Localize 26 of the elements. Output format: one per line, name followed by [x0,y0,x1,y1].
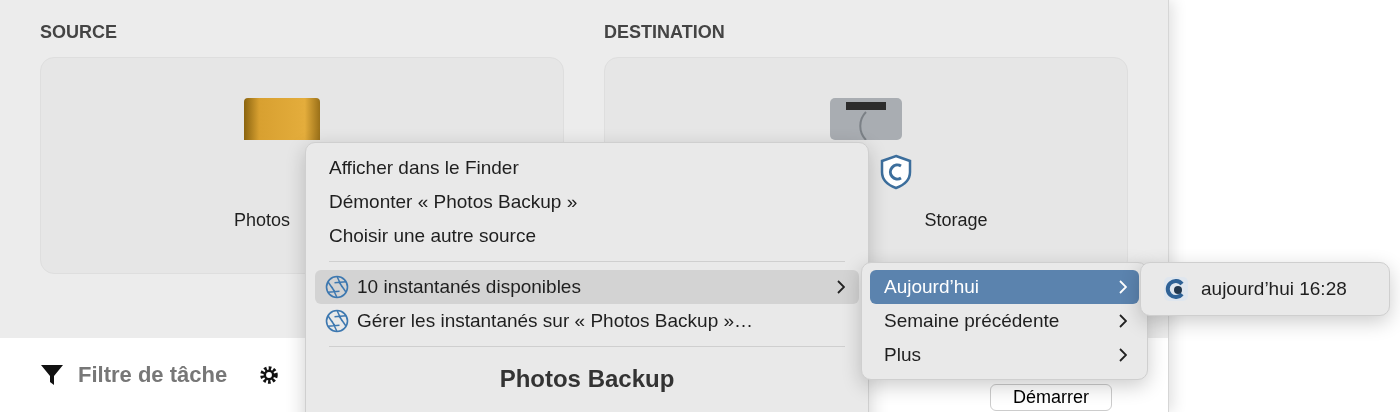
menu-item[interactable]: Gérer les instantanés sur « Photos Backup »… [315,304,859,338]
section-label: DESTINATION [604,22,725,43]
menu-item-label: Semaine précédente [884,310,1060,332]
section-label: SOURCE [40,22,117,43]
menu-item-label: Choisir une autre source [329,225,536,247]
menu-item[interactable]: Semaine précédente [870,304,1139,338]
menu-item-label: aujourd’hui 16:28 [1201,278,1347,300]
menu-item-label: Plus [884,344,921,366]
menu-item-label: Gérer les instantanés sur « Photos Backup »… [357,310,754,332]
shield-icon [880,154,912,190]
start-button[interactable]: Démarrer [990,383,1112,411]
hard-drive-icon [828,96,904,140]
app-icon [1163,276,1189,302]
filter-icon[interactable] [40,363,64,387]
menu-item-label: 10 instantanés disponibles [357,276,581,298]
menu-item-label: Aujourd’hui [884,276,980,298]
filter-label[interactable]: Filtre de tâche [78,362,228,388]
menu-item[interactable]: Aujourd’hui [870,270,1139,304]
settings-icon[interactable] [259,365,280,385]
volume-name: Photos [233,210,290,231]
menu-item[interactable]: Plus [870,338,1139,372]
menu-item-label: Afficher dans le Finder [329,157,519,179]
menu-item[interactable]: aujourd’hui 16:28 [1149,269,1381,309]
menu-item[interactable]: 10 instantanés disponibles [315,270,859,304]
volume-title: Photos Backup [498,365,676,393]
volume-name: Storage [924,210,988,231]
